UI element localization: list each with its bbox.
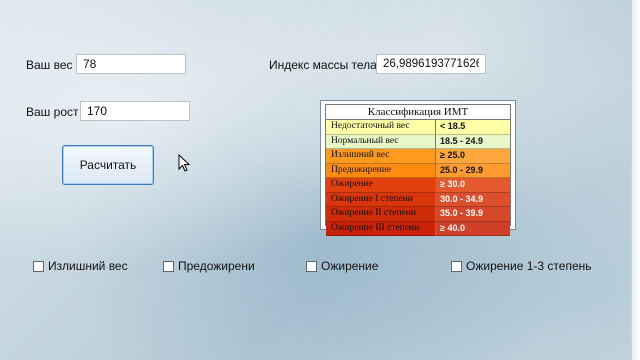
bmi-range: ≥ 25.0 bbox=[436, 149, 510, 164]
bmi-range: 30.0 - 34.9 bbox=[436, 192, 510, 207]
bmi-range: 18.5 - 24.9 bbox=[436, 134, 510, 149]
weight-label: Ваш вес bbox=[26, 58, 73, 72]
checkbox-obesity-1-3[interactable]: Ожирение 1-3 степень bbox=[451, 259, 592, 273]
bmi-category: Ожирение II степени bbox=[326, 207, 436, 222]
bmi-range: < 18.5 bbox=[436, 120, 510, 135]
bmi-table-row: Ожирение I степени 30.0 - 34.9 bbox=[326, 192, 510, 207]
bmi-category: Ожирение bbox=[326, 178, 436, 193]
bmi-classification-table: Классификация ИМТ Недостаточный вес < 18.… bbox=[320, 100, 516, 236]
checkbox-label: Предожирени bbox=[178, 259, 255, 273]
window-edge bbox=[631, 0, 640, 360]
bmi-category: Ожирение I степени bbox=[326, 192, 436, 207]
checkbox-box[interactable] bbox=[451, 260, 462, 272]
height-input[interactable] bbox=[80, 101, 190, 121]
height-label: Ваш рост bbox=[26, 105, 79, 119]
bmi-category: Излишний вес bbox=[326, 149, 436, 164]
calculate-button[interactable]: Расчитать bbox=[62, 145, 154, 185]
checkbox-box[interactable] bbox=[163, 260, 174, 272]
bmi-output[interactable] bbox=[376, 54, 486, 74]
bmi-range: 35.0 - 39.9 bbox=[436, 207, 510, 222]
bmi-table-row: Ожирение III степени ≥ 40.0 bbox=[326, 221, 510, 236]
checkbox-obesity[interactable]: Ожирение bbox=[306, 259, 378, 273]
mouse-cursor-icon bbox=[178, 154, 190, 172]
bmi-category: Недостаточный вес bbox=[326, 120, 436, 135]
bmi-range: ≥ 40.0 bbox=[436, 221, 510, 236]
checkbox-label: Ожирение 1-3 степень bbox=[466, 259, 592, 273]
weight-input[interactable] bbox=[76, 54, 186, 74]
bmi-table-row: Нормальный вес 18.5 - 24.9 bbox=[326, 134, 510, 149]
checkbox-box[interactable] bbox=[306, 260, 317, 272]
bmi-table-row: Предожирение 25.0 - 29.9 bbox=[326, 163, 510, 178]
bmi-table-row: Ожирение ≥ 30.0 bbox=[326, 178, 510, 193]
checkbox-overweight[interactable]: Излишний вес bbox=[33, 259, 128, 273]
bmi-label: Индекс массы тела bbox=[269, 58, 377, 72]
checkbox-preobesity[interactable]: Предожирени bbox=[163, 259, 255, 273]
bmi-table-row: Излишний вес ≥ 25.0 bbox=[326, 149, 510, 164]
bmi-table-title: Классификация ИМТ bbox=[326, 105, 510, 120]
bmi-range: 25.0 - 29.9 bbox=[436, 163, 510, 178]
bmi-category: Ожирение III степени bbox=[326, 221, 436, 236]
bmi-category: Нормальный вес bbox=[326, 134, 436, 149]
bmi-range: ≥ 30.0 bbox=[436, 178, 510, 193]
bmi-table-row: Недостаточный вес < 18.5 bbox=[326, 120, 510, 135]
bmi-category: Предожирение bbox=[326, 163, 436, 178]
checkbox-label: Излишний вес bbox=[48, 259, 128, 273]
checkbox-label: Ожирение bbox=[321, 259, 379, 273]
bmi-table-row: Ожирение II степени 35.0 - 39.9 bbox=[326, 207, 510, 222]
checkbox-box[interactable] bbox=[33, 260, 44, 272]
